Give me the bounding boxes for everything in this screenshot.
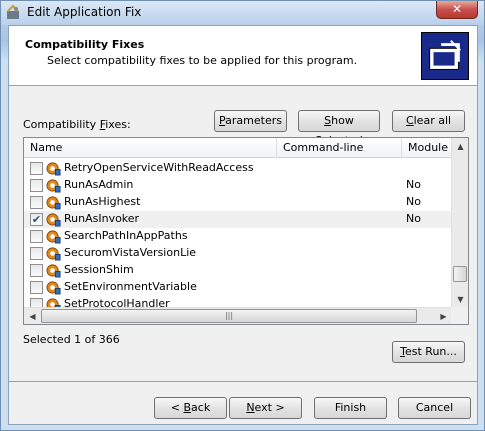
window-title: Edit Application Fix bbox=[27, 5, 142, 19]
fix-checkbox[interactable] bbox=[30, 264, 43, 277]
list-item[interactable]: ✔ RunAsInvoker No bbox=[24, 211, 452, 228]
fix-name: SessionShim bbox=[64, 263, 134, 276]
fix-name: SetEnvironmentVariable bbox=[64, 280, 197, 293]
fix-checkbox[interactable] bbox=[30, 179, 43, 192]
scroll-up-arrow-icon[interactable]: ▲ bbox=[452, 138, 469, 155]
list-item[interactable]: RetryOpenServiceWithReadAccess bbox=[24, 160, 452, 177]
cancel-button[interactable]: Cancel bbox=[398, 397, 471, 419]
fix-name: RetryOpenServiceWithReadAccess bbox=[64, 161, 254, 174]
fix-name: SecuromVistaVersionLie bbox=[64, 246, 197, 259]
test-run-button[interactable]: Test Run... bbox=[392, 341, 465, 363]
footer-separator bbox=[9, 381, 477, 382]
gear-shield-icon bbox=[46, 196, 61, 210]
fix-checkbox[interactable]: ✔ bbox=[30, 213, 43, 226]
fix-module: No bbox=[406, 195, 421, 208]
edit-application-fix-window: Edit Application Fix ✕ Compatibility Fix… bbox=[0, 0, 485, 431]
compatibility-wizard-icon bbox=[421, 32, 469, 80]
list-item[interactable]: SetEnvironmentVariable bbox=[24, 279, 452, 296]
gear-shield-icon bbox=[46, 264, 61, 278]
fix-checkbox[interactable] bbox=[30, 281, 43, 294]
scroll-down-arrow-icon[interactable]: ▼ bbox=[452, 291, 469, 308]
scroll-right-arrow-icon[interactable]: ▶ bbox=[435, 308, 452, 325]
column-module[interactable]: Module bbox=[402, 138, 452, 158]
show-selected-button[interactable]: Show Selected bbox=[298, 110, 380, 147]
next-button[interactable]: Next > bbox=[229, 397, 302, 419]
gear-shield-icon bbox=[46, 281, 61, 295]
fix-name: RunAsHighest bbox=[64, 195, 141, 208]
title-bar[interactable]: Edit Application Fix ✕ bbox=[1, 1, 484, 25]
gear-shield-icon bbox=[46, 230, 61, 244]
list-item[interactable]: SessionShim bbox=[24, 262, 452, 279]
column-name[interactable]: Name bbox=[24, 138, 277, 158]
dialog-client-area: Compatibility Fixes Select compatibility… bbox=[8, 25, 478, 425]
fix-name: SearchPathInAppPaths bbox=[64, 229, 188, 242]
fix-checkbox[interactable] bbox=[30, 196, 43, 209]
wizard-header: Compatibility Fixes Select compatibility… bbox=[9, 26, 477, 86]
scroll-left-arrow-icon[interactable]: ◀ bbox=[24, 308, 41, 325]
fix-module: No bbox=[406, 212, 421, 225]
column-command-line[interactable]: Command-line bbox=[277, 138, 402, 158]
close-button[interactable]: ✕ bbox=[436, 1, 478, 19]
compatibility-fixes-label: Compatibility Fixes: bbox=[23, 118, 131, 131]
header-subtitle: Select compatibility fixes to be applied… bbox=[47, 54, 358, 67]
parameters-button[interactable]: Parameters bbox=[214, 110, 287, 132]
list-header: Name Command-line Module bbox=[24, 138, 452, 158]
finish-button[interactable]: Finish bbox=[314, 397, 387, 419]
header-title: Compatibility Fixes bbox=[25, 38, 145, 51]
fix-name: RunAsAdmin bbox=[64, 178, 134, 191]
fixes-rows: RetryOpenServiceWithReadAccess RunAsAdmi… bbox=[24, 160, 452, 310]
list-item[interactable]: SearchPathInAppPaths bbox=[24, 228, 452, 245]
horizontal-scrollbar[interactable]: ◀ ||| ▶ bbox=[24, 307, 452, 324]
list-item[interactable]: RunAsAdmin No bbox=[24, 177, 452, 194]
gear-shield-icon bbox=[46, 162, 61, 176]
fix-checkbox[interactable] bbox=[30, 230, 43, 243]
list-item[interactable]: SecuromVistaVersionLie bbox=[24, 245, 452, 262]
vertical-scrollbar[interactable]: ▲ ▼ bbox=[451, 138, 468, 308]
scrollbar-corner bbox=[451, 307, 468, 324]
vertical-scroll-thumb[interactable] bbox=[453, 266, 467, 282]
gear-shield-icon bbox=[46, 179, 61, 193]
list-item[interactable]: RunAsHighest No bbox=[24, 194, 452, 211]
clear-all-button[interactable]: Clear all bbox=[392, 110, 465, 132]
gear-shield-icon bbox=[46, 213, 61, 227]
application-fix-icon bbox=[7, 5, 19, 19]
fix-checkbox[interactable] bbox=[30, 247, 43, 260]
fixes-list[interactable]: Name Command-line Module RetryOpenServic… bbox=[23, 137, 469, 325]
fix-module: No bbox=[406, 178, 421, 191]
fix-checkbox[interactable] bbox=[30, 162, 43, 175]
selection-status: Selected 1 of 366 bbox=[23, 333, 120, 346]
horizontal-scroll-thumb[interactable]: ||| bbox=[41, 309, 417, 323]
gear-shield-icon bbox=[46, 247, 61, 261]
back-button[interactable]: < Back bbox=[154, 397, 227, 419]
fix-name: RunAsInvoker bbox=[64, 212, 140, 225]
